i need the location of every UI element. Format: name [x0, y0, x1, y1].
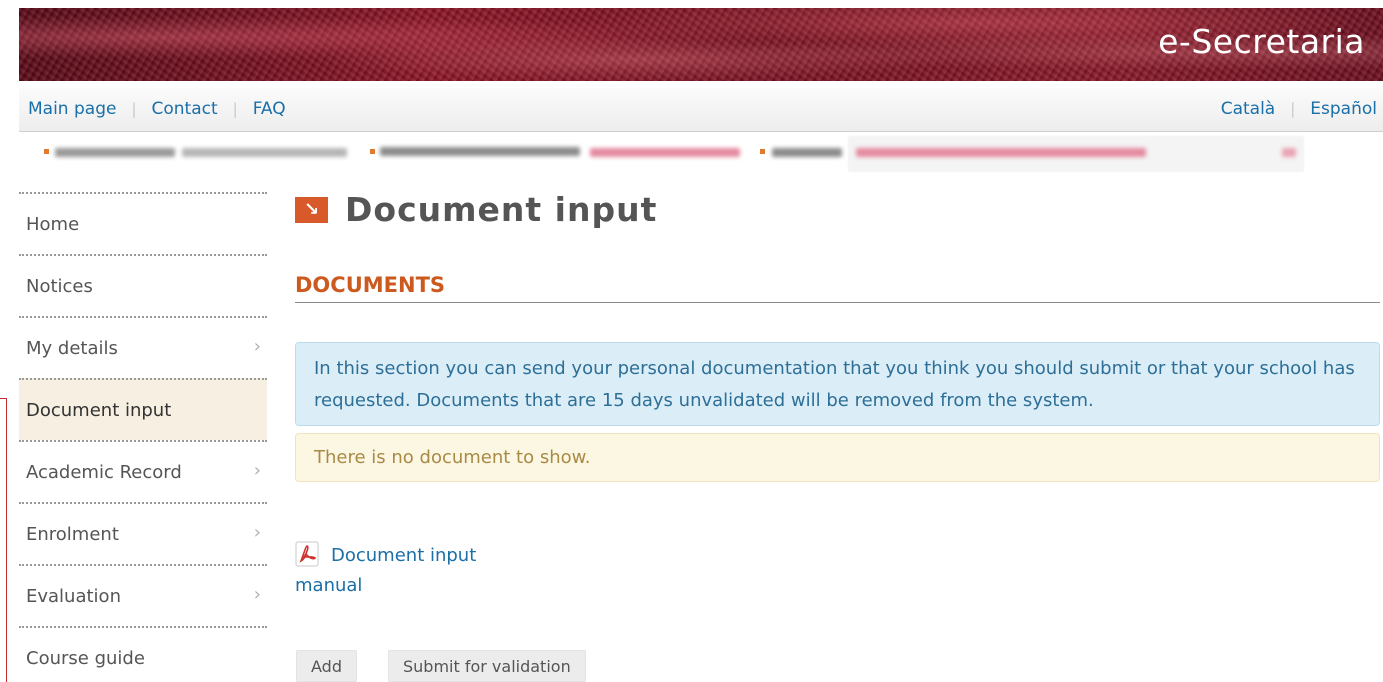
- redacted-text: [55, 148, 175, 157]
- chevron-right-icon: ›: [253, 460, 261, 481]
- sidebar-item-course-guide[interactable]: Course guide: [19, 626, 267, 682]
- language-switcher: Català | Español: [1221, 99, 1377, 119]
- section-title: DOCUMENTS: [295, 273, 1380, 303]
- redacted-text: [772, 148, 842, 157]
- nav-separator: |: [131, 100, 137, 118]
- nav-link-contact[interactable]: Contact: [152, 99, 218, 119]
- info-message: In this section you can send your person…: [295, 342, 1380, 426]
- info-bullet: [44, 149, 49, 154]
- redacted-text: [590, 148, 740, 157]
- pdf-icon: [295, 541, 323, 567]
- nav-separator: |: [232, 100, 238, 118]
- sidebar-item-enrolment[interactable]: Enrolment ›: [19, 502, 267, 564]
- redacted-text: [1282, 148, 1296, 157]
- lang-link-catala[interactable]: Català: [1221, 99, 1276, 119]
- chevron-right-icon: ›: [253, 522, 261, 543]
- sidebar-item-label: Enrolment: [26, 523, 119, 545]
- sidebar-item-label: Evaluation: [26, 585, 121, 607]
- sidebar-item-home[interactable]: Home: [19, 192, 267, 254]
- sidebar-item-notices[interactable]: Notices: [19, 254, 267, 316]
- info-bullet: [370, 149, 375, 154]
- nav-link-main-page[interactable]: Main page: [28, 99, 116, 119]
- nav-link-faq[interactable]: FAQ: [253, 99, 286, 119]
- sidebar-item-label: Academic Record: [26, 461, 182, 483]
- sidebar-item-evaluation[interactable]: Evaluation ›: [19, 564, 267, 626]
- site-title: e-Secretaria: [1158, 22, 1365, 61]
- sidebar-item-label: Home: [26, 213, 80, 235]
- sidebar: Home Notices My details › Document input…: [19, 192, 267, 682]
- sidebar-item-label: My details: [26, 337, 118, 359]
- redacted-text: [380, 147, 580, 156]
- header-banner: e-Secretaria: [19, 8, 1383, 81]
- highlight-tick: [0, 398, 7, 399]
- info-bullet: [760, 149, 765, 154]
- submit-for-validation-button[interactable]: Submit for validation: [388, 650, 586, 682]
- redacted-text: [182, 148, 347, 157]
- arrow-down-right-icon: ↘: [295, 196, 328, 223]
- empty-state-message: There is no document to show.: [295, 433, 1380, 482]
- sidebar-item-label: Course guide: [26, 647, 145, 669]
- chevron-right-icon: ›: [253, 336, 261, 357]
- top-nav: Main page | Contact | FAQ Català | Españ…: [19, 88, 1383, 132]
- manual-link[interactable]: Document input manual: [295, 541, 525, 601]
- sidebar-item-document-input[interactable]: Document input: [19, 378, 267, 440]
- page-title: Document input: [345, 190, 658, 229]
- chevron-right-icon: ›: [253, 584, 261, 605]
- lang-link-espanol[interactable]: Español: [1310, 99, 1377, 119]
- add-button[interactable]: Add: [296, 650, 357, 682]
- highlight-line: [6, 398, 7, 682]
- sidebar-item-label: Document input: [26, 399, 172, 421]
- sidebar-item-label: Notices: [26, 275, 93, 297]
- page-header: ↘ Document input: [295, 190, 657, 229]
- redacted-text: [856, 148, 1146, 157]
- sidebar-item-academic-record[interactable]: Academic Record ›: [19, 440, 267, 502]
- nav-separator: |: [1290, 100, 1296, 118]
- sidebar-item-my-details[interactable]: My details ›: [19, 316, 267, 378]
- top-nav-left: Main page | Contact | FAQ: [28, 99, 286, 119]
